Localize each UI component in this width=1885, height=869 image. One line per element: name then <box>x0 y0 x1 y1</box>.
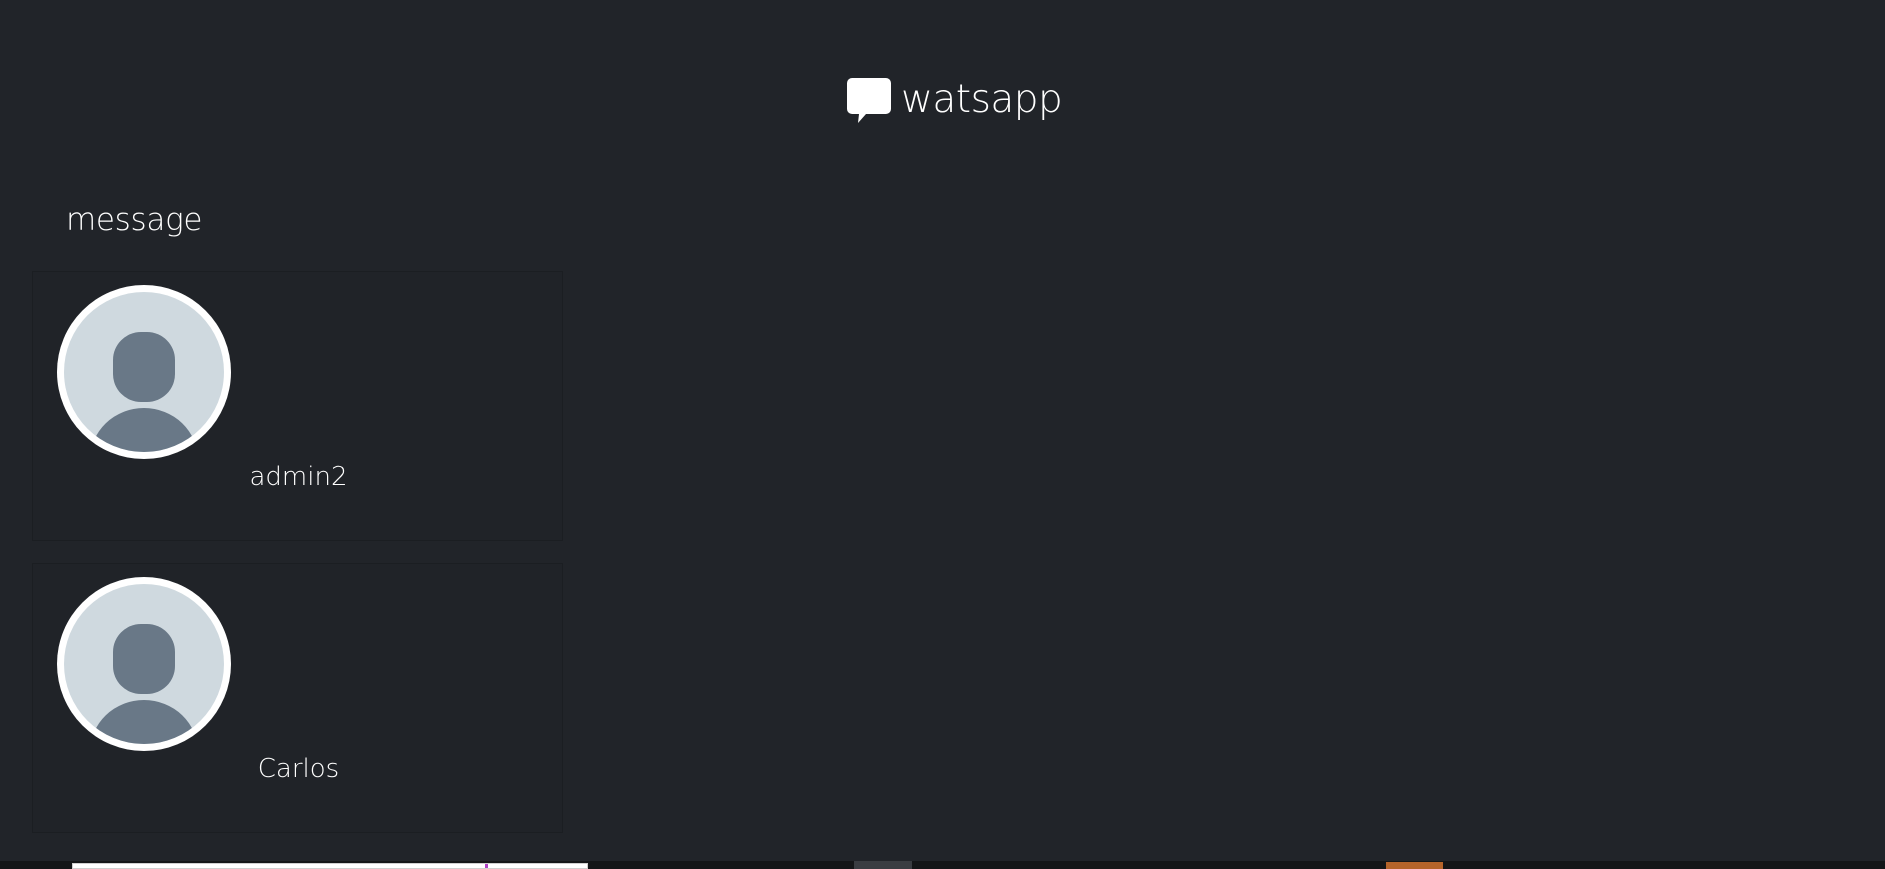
contact-card-admin2[interactable]: admin2 <box>32 271 563 541</box>
contact-card-carlos[interactable]: Carlos <box>32 563 563 833</box>
contact-name: Carlos <box>257 754 340 784</box>
contact-name: admin2 <box>249 462 348 492</box>
section-title: message <box>66 202 203 238</box>
taskbar-item[interactable] <box>854 861 912 869</box>
taskbar-item[interactable] <box>1386 862 1443 869</box>
default-user-avatar-icon <box>64 584 224 744</box>
app-title: watsapp <box>901 76 1063 122</box>
taskbar-item[interactable] <box>72 863 588 869</box>
app-brand: watsapp <box>847 76 1063 124</box>
avatar <box>57 577 231 751</box>
taskbar-item-indicator <box>485 864 488 868</box>
page: watsapp message admin2 Carlos <box>0 0 1885 869</box>
chat-bubble-icon <box>847 78 891 123</box>
contact-list: admin2 Carlos <box>32 271 563 855</box>
avatar <box>57 285 231 459</box>
default-user-avatar-icon <box>64 292 224 452</box>
